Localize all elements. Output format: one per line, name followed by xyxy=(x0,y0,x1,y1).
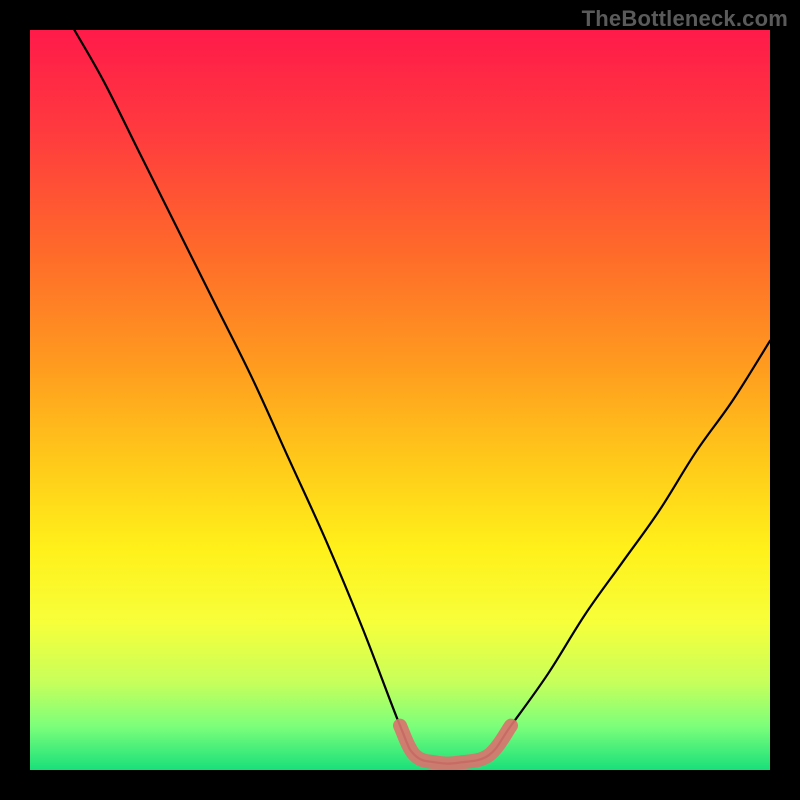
plot-area xyxy=(30,30,770,770)
chart-frame: TheBottleneck.com xyxy=(0,0,800,800)
gradient-background xyxy=(30,30,770,770)
watermark-text: TheBottleneck.com xyxy=(582,6,788,32)
bottleneck-chart xyxy=(30,30,770,770)
